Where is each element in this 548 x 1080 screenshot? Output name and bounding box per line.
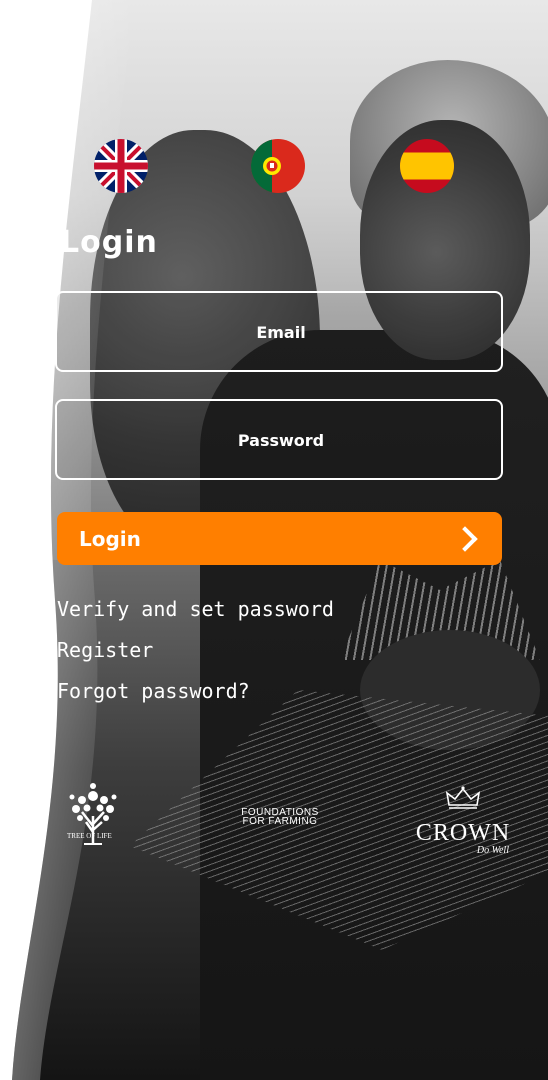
verify-password-link[interactable]: Verify and set password [57, 597, 334, 621]
crown-tagline: Do Well [476, 845, 509, 856]
foundations-for-farming-logo: FOUNDATIONS FOR FARMING [238, 808, 322, 827]
password-field-wrapper [55, 399, 505, 480]
language-flag-portuguese[interactable] [251, 139, 305, 193]
chevron-right-icon [452, 525, 478, 552]
tree-of-life-text: TREE OF LIFE [67, 832, 112, 840]
fff-line-2: FOR FARMING [242, 816, 318, 827]
spain-flag-icon [400, 139, 454, 193]
email-field-wrapper [55, 291, 505, 372]
crown-logo: CROWN Do Well [413, 785, 513, 856]
tree-of-life-logo: TREE OF LIFE [62, 782, 124, 848]
forgot-password-link[interactable]: Forgot password? [57, 679, 250, 703]
register-link[interactable]: Register [57, 638, 153, 662]
language-flag-spanish[interactable] [400, 139, 454, 193]
tree-of-life-icon: TREE OF LIFE [67, 783, 117, 845]
portugal-flag-icon [251, 139, 305, 193]
email-field[interactable] [57, 293, 505, 372]
password-field[interactable] [57, 401, 505, 480]
uk-flag-icon [94, 139, 148, 193]
login-button[interactable]: Login [57, 512, 502, 565]
crown-icon [445, 786, 481, 809]
page-title: Login [60, 225, 158, 260]
login-button-label: Login [79, 526, 141, 551]
crown-name: CROWN [415, 820, 511, 846]
language-flag-english[interactable] [94, 139, 148, 193]
